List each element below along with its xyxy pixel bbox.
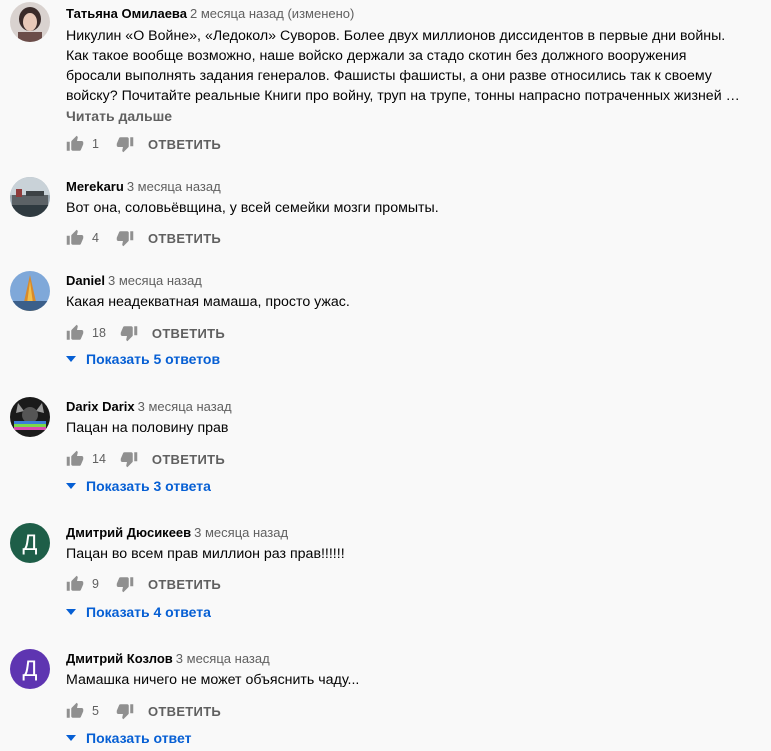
thumb-down-icon[interactable] <box>116 229 134 247</box>
avatar[interactable]: Д <box>10 523 50 563</box>
author-name[interactable]: Дмитрий Дюсикеев <box>66 525 191 540</box>
avatar[interactable] <box>10 177 50 217</box>
author-name[interactable]: Merekaru <box>66 179 124 194</box>
avatar[interactable] <box>10 271 50 311</box>
show-replies-button[interactable]: Показать ответ <box>66 730 191 746</box>
thumb-down-icon[interactable] <box>116 575 134 593</box>
comment-actions: 4 ОТВЕТИТЬ <box>66 226 221 250</box>
author-name[interactable]: Darix Darix <box>66 399 135 414</box>
like-count: 9 <box>92 577 99 591</box>
reply-button[interactable]: ОТВЕТИТЬ <box>148 704 221 719</box>
thumb-up-icon[interactable] <box>66 575 84 593</box>
avatar-photo-icon <box>10 177 50 217</box>
comment-text-line: Как такое вообще возможно, наше войско д… <box>66 48 687 64</box>
thumb-up-icon[interactable] <box>66 135 84 153</box>
show-replies-label: Показать 4 ответа <box>86 604 211 620</box>
like-count: 5 <box>92 704 99 718</box>
comment-text-line: войску? Почитайте реальные Книги про вой… <box>66 88 740 104</box>
chevron-down-icon <box>66 735 76 741</box>
like-count: 1 <box>92 137 99 151</box>
show-replies-button[interactable]: Показать 5 ответов <box>66 351 220 367</box>
comment-date[interactable]: 3 месяца назад <box>138 399 232 414</box>
thumb-up-icon[interactable] <box>66 702 84 720</box>
show-replies-button[interactable]: Показать 4 ответа <box>66 604 211 620</box>
avatar-letter: Д <box>22 530 38 555</box>
comment-text: Вот она, соловьёвщина, у всей семейки мо… <box>66 198 756 218</box>
avatar-letter: Д <box>22 656 38 681</box>
comment-header: Дмитрий Дюсикеев 3 месяца назад <box>66 525 288 541</box>
comment-actions: 14 ОТВЕТИТЬ <box>66 447 225 471</box>
chevron-down-icon <box>66 609 76 615</box>
comment-header: Darix Darix 3 месяца назад <box>66 399 232 415</box>
chevron-down-icon <box>66 356 76 362</box>
comment-header: Дмитрий Козлов 3 месяца назад <box>66 651 270 667</box>
comment-text: Пацан во всем прав миллион раз прав!!!!!… <box>66 544 756 564</box>
thumb-down-icon[interactable] <box>120 450 138 468</box>
avatar[interactable] <box>10 397 50 437</box>
thumb-up-icon[interactable] <box>66 229 84 247</box>
comment-actions: 1 ОТВЕТИТЬ <box>66 132 221 156</box>
comment-header: Merekaru 3 месяца назад <box>66 179 221 195</box>
reply-button[interactable]: ОТВЕТИТЬ <box>152 326 225 341</box>
like-count: 4 <box>92 231 99 245</box>
reply-button[interactable]: ОТВЕТИТЬ <box>148 137 221 152</box>
thumb-down-icon[interactable] <box>116 702 134 720</box>
reply-button[interactable]: ОТВЕТИТЬ <box>148 231 221 246</box>
thumb-down-icon[interactable] <box>120 324 138 342</box>
comment-date[interactable]: 3 месяца назад <box>176 651 270 666</box>
avatar-photo-icon <box>10 2 50 42</box>
comment-date[interactable]: 3 месяца назад <box>127 179 221 194</box>
reply-button[interactable]: ОТВЕТИТЬ <box>152 452 225 467</box>
comment-actions: 5 ОТВЕТИТЬ <box>66 699 221 723</box>
comment-text-line: Пацан на половину прав <box>66 420 229 436</box>
comment-date[interactable]: 3 месяца назад <box>108 273 202 288</box>
thumb-up-icon[interactable] <box>66 450 84 468</box>
show-replies-button[interactable]: Показать 3 ответа <box>66 478 211 494</box>
comment-header: Daniel 3 месяца назад <box>66 273 202 289</box>
comment-text-line: Мамашка ничего не может объяснить чаду..… <box>66 672 360 688</box>
comment-text: Какая неадекватная мамаша, просто ужас. <box>66 292 756 312</box>
read-more-link[interactable]: Читать дальше <box>66 108 172 124</box>
comment-text: Мамашка ничего не может объяснить чаду..… <box>66 670 756 690</box>
comment-text-line: Какая неадекватная мамаша, просто ужас. <box>66 294 350 310</box>
thumb-down-icon[interactable] <box>116 135 134 153</box>
like-count: 18 <box>92 326 106 340</box>
chevron-down-icon <box>66 483 76 489</box>
comment-actions: 18 ОТВЕТИТЬ <box>66 321 225 345</box>
comment-text: Пацан на половину прав <box>66 418 756 438</box>
comment-text-line: Никулин «О Войне», «Ледокол» Суворов. Бо… <box>66 28 726 44</box>
show-replies-label: Показать ответ <box>86 730 192 746</box>
like-count: 14 <box>92 452 106 466</box>
comment-text: Никулин «О Войне», «Ледокол» Суворов. Бо… <box>66 26 756 106</box>
reply-button[interactable]: ОТВЕТИТЬ <box>148 577 221 592</box>
comment-text-line: Пацан во всем прав миллион раз прав!!!!!… <box>66 546 345 562</box>
comment-text-line: бросали выполнять задания генералов. Фаш… <box>66 68 712 84</box>
show-replies-label: Показать 5 ответов <box>86 351 221 367</box>
show-replies-label: Показать 3 ответа <box>86 478 211 494</box>
avatar[interactable]: Д <box>10 649 50 689</box>
comment-actions: 9 ОТВЕТИТЬ <box>66 572 221 596</box>
comment-date[interactable]: 2 месяца назад (изменено) <box>190 6 354 21</box>
comment-text-line: Вот она, соловьёвщина, у всей семейки мо… <box>66 200 439 216</box>
avatar-photo-icon <box>10 271 50 311</box>
avatar-photo-icon <box>10 397 50 437</box>
author-name[interactable]: Дмитрий Козлов <box>66 651 173 666</box>
thumb-up-icon[interactable] <box>66 324 84 342</box>
comment-date[interactable]: 3 месяца назад <box>194 525 288 540</box>
author-name[interactable]: Daniel <box>66 273 105 288</box>
comment-header: Татьяна Омилаева 2 месяца назад (изменено… <box>66 6 354 22</box>
avatar[interactable] <box>10 2 50 42</box>
author-name[interactable]: Татьяна Омилаева <box>66 6 187 21</box>
